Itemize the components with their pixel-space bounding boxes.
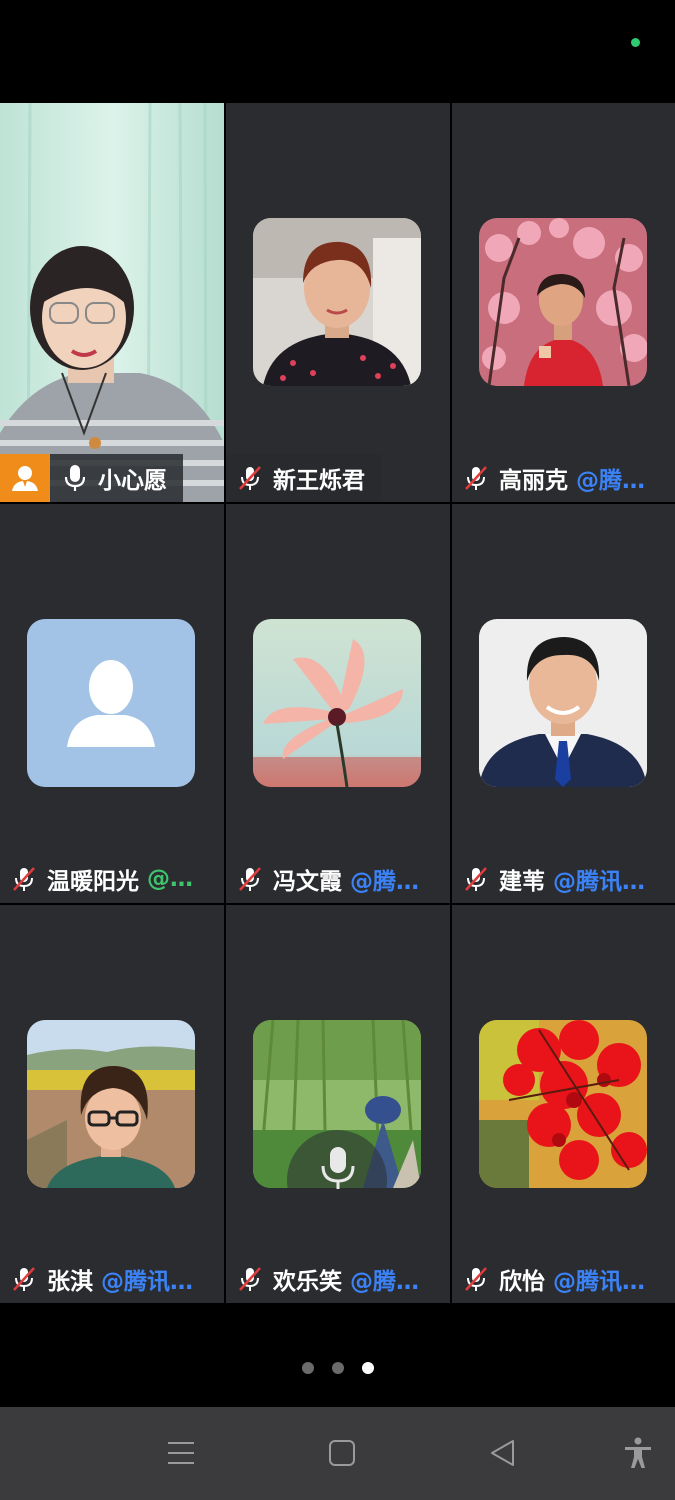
back-icon[interactable] [487, 1437, 519, 1469]
mic-muted-icon [13, 867, 35, 891]
participant-name: 新王烁君 [273, 468, 365, 494]
meeting-screen: 小心愿 新王烁君 高丽克 @腾… 温暖阳光 @… 冯文霞 @腾… 建苇 @腾讯…… [0, 0, 675, 1500]
menu-icon[interactable] [165, 1437, 197, 1469]
participant-namebar: 小心愿 [0, 454, 183, 502]
participant-tile[interactable]: 欣怡 @腾讯… [452, 905, 675, 1303]
participant-avatar [27, 1020, 195, 1188]
participant-avatar [479, 218, 647, 386]
participant-name: 小心愿 [98, 468, 167, 494]
participant-namebar: 张淇 @腾讯… [0, 1255, 224, 1303]
participant-org: @腾… [576, 468, 645, 494]
participant-org: @腾讯… [553, 869, 645, 895]
participant-name: 欣怡 [499, 1269, 545, 1295]
participant-avatar [253, 218, 421, 386]
participant-namebar: 高丽克 @腾… [452, 454, 675, 502]
system-navbar [0, 1407, 675, 1500]
participant-name: 张淇 [47, 1269, 93, 1295]
mic-muted-icon [13, 1267, 35, 1291]
accessibility-icon[interactable] [622, 1437, 654, 1469]
mic-on-icon [64, 465, 86, 491]
participant-name: 建苇 [499, 869, 545, 895]
participant-tile[interactable]: 小心愿 [0, 103, 224, 502]
participant-namebar: 建苇 @腾讯… [452, 855, 675, 903]
page-dot[interactable] [331, 1362, 344, 1374]
participant-name: 冯文霞 [273, 869, 342, 895]
participant-name: 高丽克 [499, 468, 568, 494]
mic-muted-icon [239, 1267, 261, 1291]
status-indicator [631, 38, 640, 47]
participant-org: @腾… [350, 1269, 419, 1295]
participant-tile[interactable]: 高丽克 @腾… [452, 103, 675, 502]
participant-grid: 小心愿 新王烁君 高丽克 @腾… 温暖阳光 @… 冯文霞 @腾… 建苇 @腾讯…… [0, 103, 675, 1303]
participant-namebar: 温暖阳光 @… [0, 855, 224, 903]
participant-namebar: 冯文霞 @腾… [226, 855, 450, 903]
participant-tile[interactable]: 冯文霞 @腾… [226, 504, 450, 903]
participant-org: @腾… [350, 869, 419, 895]
participant-tile[interactable]: 张淇 @腾讯… [0, 905, 224, 1303]
participant-avatar [479, 1020, 647, 1188]
participant-org: @腾讯… [553, 1269, 645, 1295]
mic-muted-icon [465, 867, 487, 891]
mic-muted-icon [465, 1267, 487, 1291]
mic-muted-icon [465, 466, 487, 490]
participant-name: 欢乐笑 [273, 1269, 342, 1295]
default-avatar-icon [27, 619, 195, 787]
participant-org: @腾讯… [101, 1269, 193, 1295]
participant-tile[interactable]: 新王烁君 [226, 103, 450, 502]
participant-avatar [253, 619, 421, 787]
page-indicator[interactable] [0, 1362, 675, 1374]
participant-namebar: 新王烁君 [226, 454, 381, 502]
participant-tile[interactable]: 欢乐笑 @腾… [226, 905, 450, 1303]
participant-video [0, 103, 224, 502]
speaking-mic-icon [321, 1147, 355, 1189]
page-dot-active[interactable] [361, 1362, 374, 1374]
participant-namebar: 欢乐笑 @腾… [226, 1255, 450, 1303]
mic-muted-icon [239, 867, 261, 891]
participant-namebar: 欣怡 @腾讯… [452, 1255, 675, 1303]
participant-org: @… [147, 866, 193, 892]
mic-muted-icon [239, 466, 261, 490]
home-icon[interactable] [326, 1437, 358, 1469]
participant-name: 温暖阳光 [47, 869, 139, 895]
participant-tile[interactable]: 温暖阳光 @… [0, 504, 224, 903]
participant-avatar [479, 619, 647, 787]
participant-tile[interactable]: 建苇 @腾讯… [452, 504, 675, 903]
host-badge-icon [0, 454, 50, 502]
page-dot[interactable] [301, 1362, 314, 1374]
